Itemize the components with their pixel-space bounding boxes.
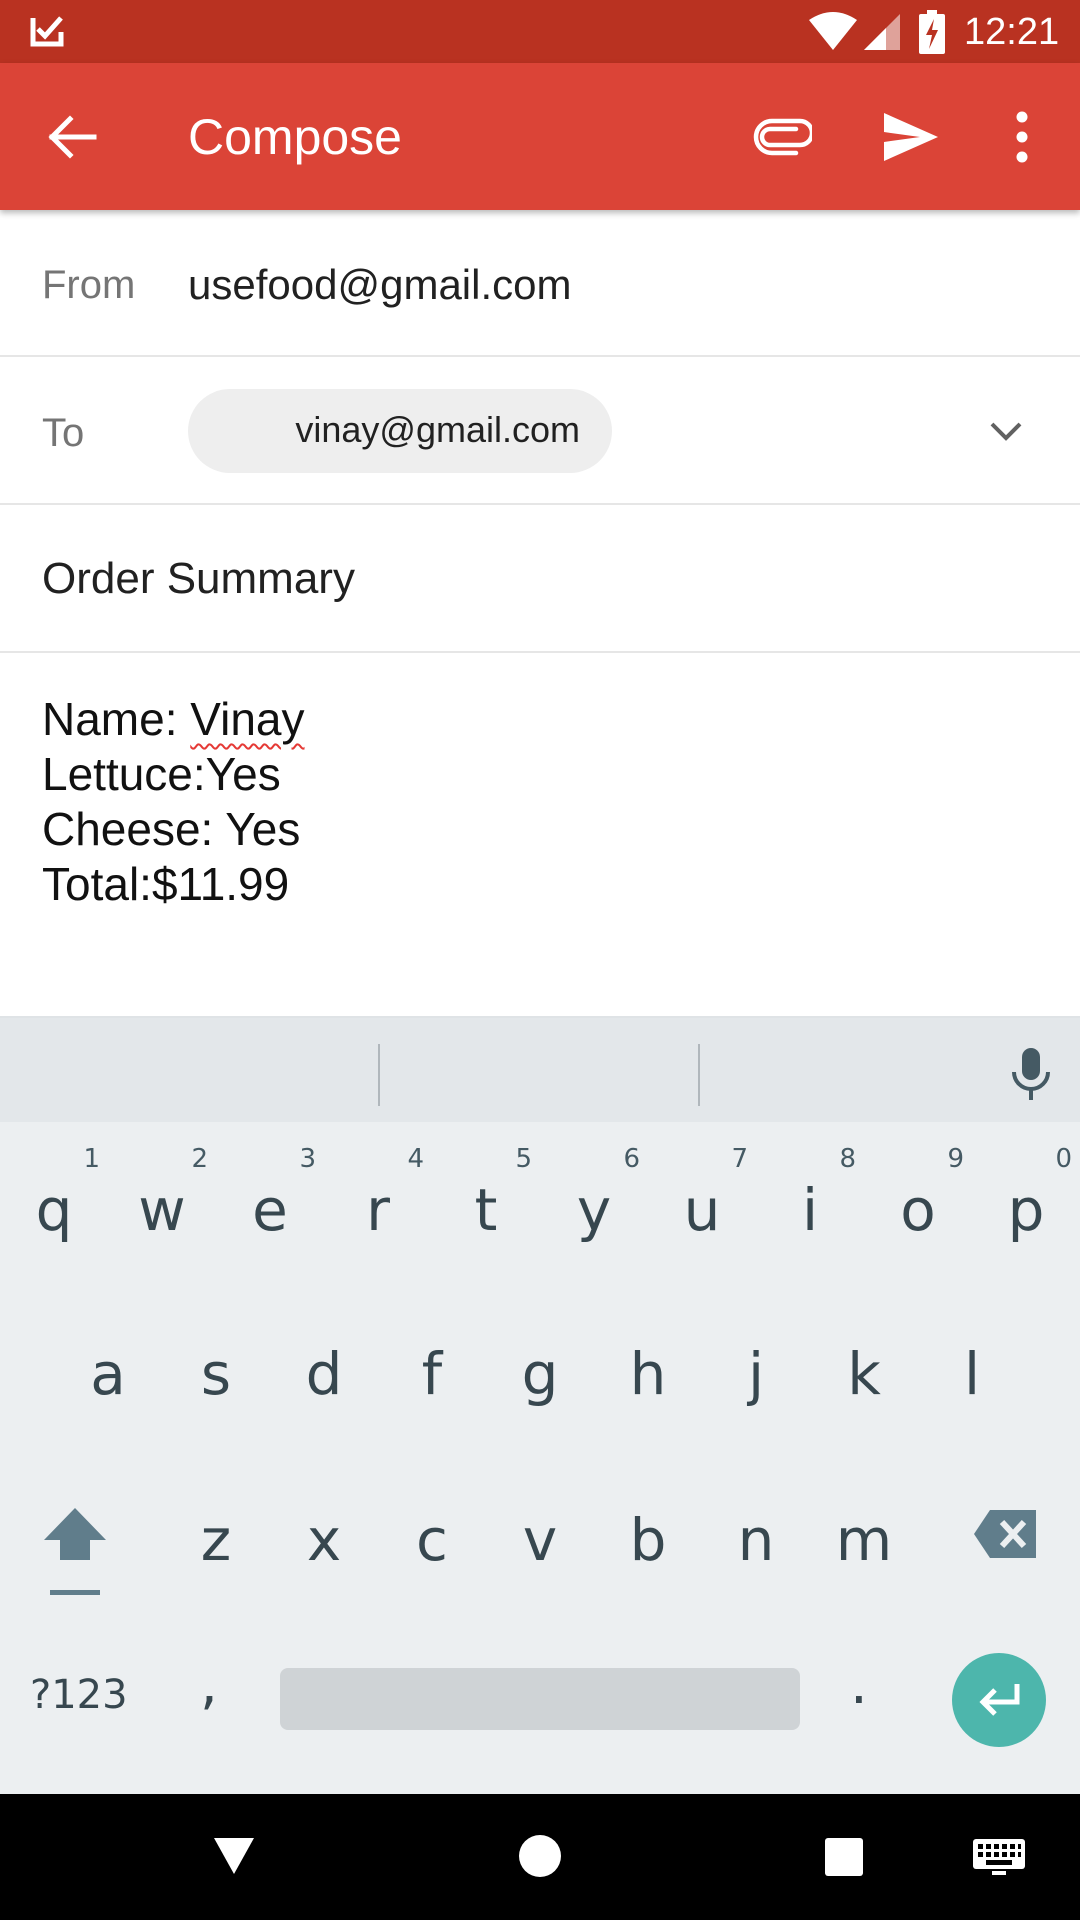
key-x[interactable]: x bbox=[270, 1480, 378, 1600]
recipient-chip[interactable]: vinay@gmail.com bbox=[188, 389, 612, 473]
key-e[interactable]: e3 bbox=[216, 1144, 324, 1270]
key-z[interactable]: z bbox=[162, 1480, 270, 1600]
enter-key[interactable] bbox=[952, 1653, 1046, 1747]
keyboard-switch-icon[interactable] bbox=[972, 1838, 1026, 1876]
backspace-icon[interactable] bbox=[972, 1508, 1038, 1560]
key-number-hint: 6 bbox=[623, 1144, 640, 1174]
body-line-total: Total:$11.99 bbox=[42, 858, 290, 910]
to-row: To vinay@gmail.com bbox=[0, 358, 1080, 505]
key-label: d bbox=[305, 1340, 343, 1408]
body-name-prefix: Name: bbox=[42, 693, 191, 745]
key-label: g bbox=[521, 1340, 559, 1408]
key-label: h bbox=[629, 1340, 667, 1408]
key-number-hint: 0 bbox=[1055, 1144, 1072, 1174]
shift-icon[interactable] bbox=[40, 1500, 110, 1600]
key-label: j bbox=[747, 1340, 765, 1408]
key-label: v bbox=[522, 1506, 558, 1574]
page-title: Compose bbox=[188, 109, 402, 165]
body-field[interactable]: Name: Vinay Lettuce:Yes Cheese: Yes Tota… bbox=[42, 692, 305, 912]
status-bar: 12:21 bbox=[0, 0, 1080, 63]
symbols-key[interactable]: ?123 bbox=[30, 1672, 128, 1718]
key-number-hint: 4 bbox=[407, 1144, 424, 1174]
subject-row: Order Summary bbox=[0, 506, 1080, 653]
key-label: x bbox=[306, 1506, 342, 1574]
from-label: From bbox=[42, 263, 136, 307]
subject-field[interactable]: Order Summary bbox=[42, 554, 355, 604]
nav-back-icon[interactable] bbox=[212, 1836, 256, 1876]
body-name-value: Vinay bbox=[190, 693, 305, 745]
send-icon[interactable] bbox=[880, 109, 940, 165]
key-j[interactable]: j bbox=[702, 1314, 810, 1434]
app-bar: Compose bbox=[0, 63, 1080, 210]
key-g[interactable]: g bbox=[486, 1314, 594, 1434]
cell-signal-icon bbox=[864, 14, 900, 50]
to-label: To bbox=[42, 411, 85, 455]
key-label: b bbox=[629, 1506, 667, 1574]
key-label: z bbox=[200, 1506, 232, 1574]
suggestion-divider bbox=[698, 1044, 700, 1106]
wifi-icon bbox=[809, 12, 857, 50]
key-o[interactable]: o9 bbox=[864, 1144, 972, 1270]
recipient-chip-label: vinay@gmail.com bbox=[295, 409, 580, 450]
attach-icon[interactable] bbox=[752, 109, 812, 165]
key-label: f bbox=[421, 1340, 443, 1408]
nav-home-icon[interactable] bbox=[518, 1834, 562, 1878]
period-key[interactable]: . bbox=[850, 1652, 868, 1717]
key-label: s bbox=[200, 1340, 232, 1408]
key-v[interactable]: v bbox=[486, 1480, 594, 1600]
key-q[interactable]: q1 bbox=[0, 1144, 108, 1270]
key-label: k bbox=[847, 1340, 881, 1408]
navigation-bar bbox=[0, 1794, 1080, 1920]
chevron-down-icon[interactable] bbox=[986, 412, 1026, 452]
key-i[interactable]: i8 bbox=[756, 1144, 864, 1270]
from-row: From usefood@gmail.com bbox=[0, 210, 1080, 357]
key-number-hint: 7 bbox=[731, 1144, 748, 1174]
key-p[interactable]: p0 bbox=[972, 1144, 1080, 1270]
key-c[interactable]: c bbox=[378, 1480, 486, 1600]
key-y[interactable]: y6 bbox=[540, 1144, 648, 1270]
key-s[interactable]: s bbox=[162, 1314, 270, 1434]
key-b[interactable]: b bbox=[594, 1480, 702, 1600]
nav-recent-apps-icon[interactable] bbox=[824, 1837, 864, 1877]
battery-charging-icon bbox=[919, 10, 945, 54]
key-l[interactable]: l bbox=[918, 1314, 1026, 1434]
microphone-icon[interactable] bbox=[1006, 1046, 1056, 1102]
status-time: 12:21 bbox=[964, 11, 1060, 53]
key-a[interactable]: a bbox=[54, 1314, 162, 1434]
from-field[interactable]: usefood@gmail.com bbox=[188, 261, 571, 309]
key-r[interactable]: r4 bbox=[324, 1144, 432, 1270]
enter-icon bbox=[979, 1684, 1020, 1716]
key-t[interactable]: t5 bbox=[432, 1144, 540, 1270]
comma-key[interactable]: , bbox=[200, 1652, 218, 1717]
key-w[interactable]: w2 bbox=[108, 1144, 216, 1270]
key-number-hint: 3 bbox=[299, 1144, 316, 1174]
notification-check-icon bbox=[30, 16, 64, 47]
key-number-hint: 8 bbox=[839, 1144, 856, 1174]
key-n[interactable]: n bbox=[702, 1480, 810, 1600]
key-label: m bbox=[835, 1506, 893, 1574]
key-u[interactable]: u7 bbox=[648, 1144, 756, 1270]
more-vert-icon[interactable] bbox=[1000, 109, 1044, 165]
key-label: l bbox=[963, 1340, 981, 1408]
key-label: a bbox=[90, 1340, 126, 1408]
key-label: n bbox=[737, 1506, 775, 1574]
key-number-hint: 1 bbox=[83, 1144, 100, 1174]
key-m[interactable]: m bbox=[810, 1480, 918, 1600]
space-key[interactable] bbox=[280, 1668, 800, 1730]
key-k[interactable]: k bbox=[810, 1314, 918, 1434]
body-line-lettuce: Lettuce:Yes bbox=[42, 748, 281, 800]
body-line-name: Name: Vinay bbox=[42, 692, 305, 747]
key-d[interactable]: d bbox=[270, 1314, 378, 1434]
back-arrow-icon[interactable] bbox=[46, 111, 98, 163]
key-number-hint: 2 bbox=[191, 1144, 208, 1174]
key-number-hint: 5 bbox=[515, 1144, 532, 1174]
key-h[interactable]: h bbox=[594, 1314, 702, 1434]
key-number-hint: 9 bbox=[947, 1144, 964, 1174]
suggestion-divider bbox=[378, 1044, 380, 1106]
body-line-cheese: Cheese: Yes bbox=[42, 803, 301, 855]
key-f[interactable]: f bbox=[378, 1314, 486, 1434]
key-label: c bbox=[416, 1506, 448, 1574]
suggestion-strip bbox=[0, 1016, 1080, 1122]
